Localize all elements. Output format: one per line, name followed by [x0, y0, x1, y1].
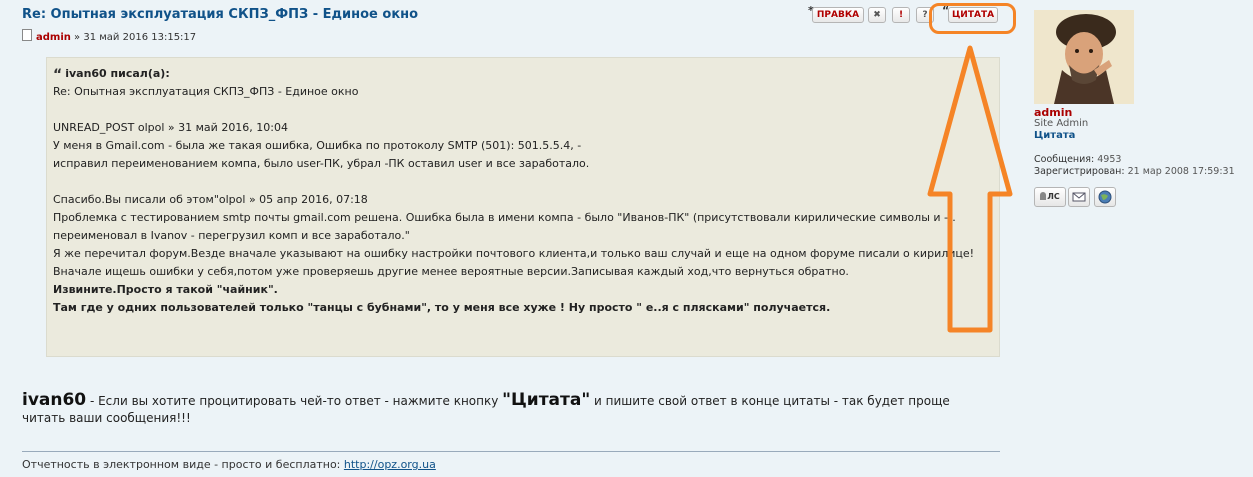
quote-line: [53, 173, 993, 191]
post-title[interactable]: Re: Опытная эксплуатация СКПЗ_ФПЗ - Един…: [22, 7, 418, 22]
posts-label: Сообщения:: [1034, 154, 1095, 165]
annotation-arrow-icon: [927, 45, 1013, 333]
profile-posts: Сообщения: 4953: [1034, 154, 1121, 165]
quote-line: Я же перечитал форум.Везде вначале указы…: [53, 247, 975, 260]
post-author[interactable]: admin: [36, 32, 71, 43]
quote-author: “ivan60 писал(а):: [53, 65, 993, 83]
website-button[interactable]: [1094, 187, 1116, 207]
profile-quote-link[interactable]: Цитата: [1034, 130, 1075, 141]
quote-line: Re: Опытная эксплуатация СКПЗ_ФПЗ - Един…: [53, 85, 359, 98]
post-meta: admin » 31 май 2016 13:15:17: [22, 29, 196, 43]
report-icon[interactable]: !: [892, 7, 910, 23]
profile-rank: Site Admin: [1034, 118, 1089, 129]
signature-text: Отчетность в электронном виде - просто и…: [22, 458, 344, 471]
email-icon: [1072, 192, 1086, 202]
quote-line: Спасибо.Вы писали об этом"olpol » 05 апр…: [53, 193, 368, 206]
quote-line: [53, 101, 993, 119]
reply-quote-word: "Цитата": [502, 390, 591, 410]
email-button[interactable]: [1068, 187, 1090, 207]
pm-icon: [1040, 192, 1047, 200]
reply-text-before: - Если вы хотите процитировать чей-то от…: [86, 394, 503, 408]
registered-label: Зарегистрирован:: [1034, 166, 1125, 177]
signature-divider: [22, 451, 1000, 452]
quote-line: У меня в Gmail.com - была же такая ошибк…: [53, 139, 582, 152]
post-profile: admin Site Admin Цитата Сообщения: 4953 …: [1026, 0, 1253, 477]
registered-value: 21 мар 2008 17:59:31: [1127, 166, 1235, 177]
quote-block: “ivan60 писал(а): Re: Опытная эксплуатац…: [46, 57, 1000, 357]
quote-line: Там где у одних пользователей только "та…: [53, 301, 831, 314]
meta-separator: »: [70, 32, 84, 43]
quote-line: Вначале ищешь ошибки у себя,потом уже пр…: [53, 265, 849, 278]
quote-line: исправил переименованием компа, было use…: [53, 157, 590, 170]
avatar[interactable]: [1034, 10, 1134, 104]
quote-line: переименовал в Ivanov - перегрузил комп …: [53, 229, 410, 242]
quote-line: Извините.Просто я такой "чайник".: [53, 283, 278, 296]
document-icon[interactable]: [22, 29, 32, 41]
post-container: Re: Опытная эксплуатация СКПЗ_ФПЗ - Един…: [0, 0, 1253, 477]
edit-button[interactable]: ПРАВКА: [812, 7, 864, 23]
quote-button-highlight: [929, 3, 1016, 34]
reply-text: ivan60 - Если вы хотите процитировать че…: [22, 392, 982, 427]
posts-value: 4953: [1097, 154, 1122, 165]
private-message-button[interactable]: ЛС: [1034, 187, 1066, 207]
profile-registered: Зарегистрирован: 21 мар 2008 17:59:31: [1034, 166, 1235, 177]
signature: Отчетность в электронном виде - просто и…: [22, 458, 436, 471]
website-icon: [1098, 190, 1112, 204]
reply-author: ivan60: [22, 390, 87, 410]
quote-line: Проблемка с тестированием smtp почты gma…: [53, 211, 956, 224]
quote-author-label: ivan60 писал(а):: [65, 67, 170, 80]
signature-link[interactable]: http://opz.org.ua: [344, 458, 436, 471]
post-date: 31 май 2016 13:15:17: [83, 32, 197, 43]
pm-label: ЛС: [1047, 192, 1060, 201]
quote-mark-icon: “: [53, 67, 63, 83]
delete-icon[interactable]: ✖: [868, 7, 886, 23]
quote-line: UNREAD_POST olpol » 31 май 2016, 10:04: [53, 121, 289, 134]
